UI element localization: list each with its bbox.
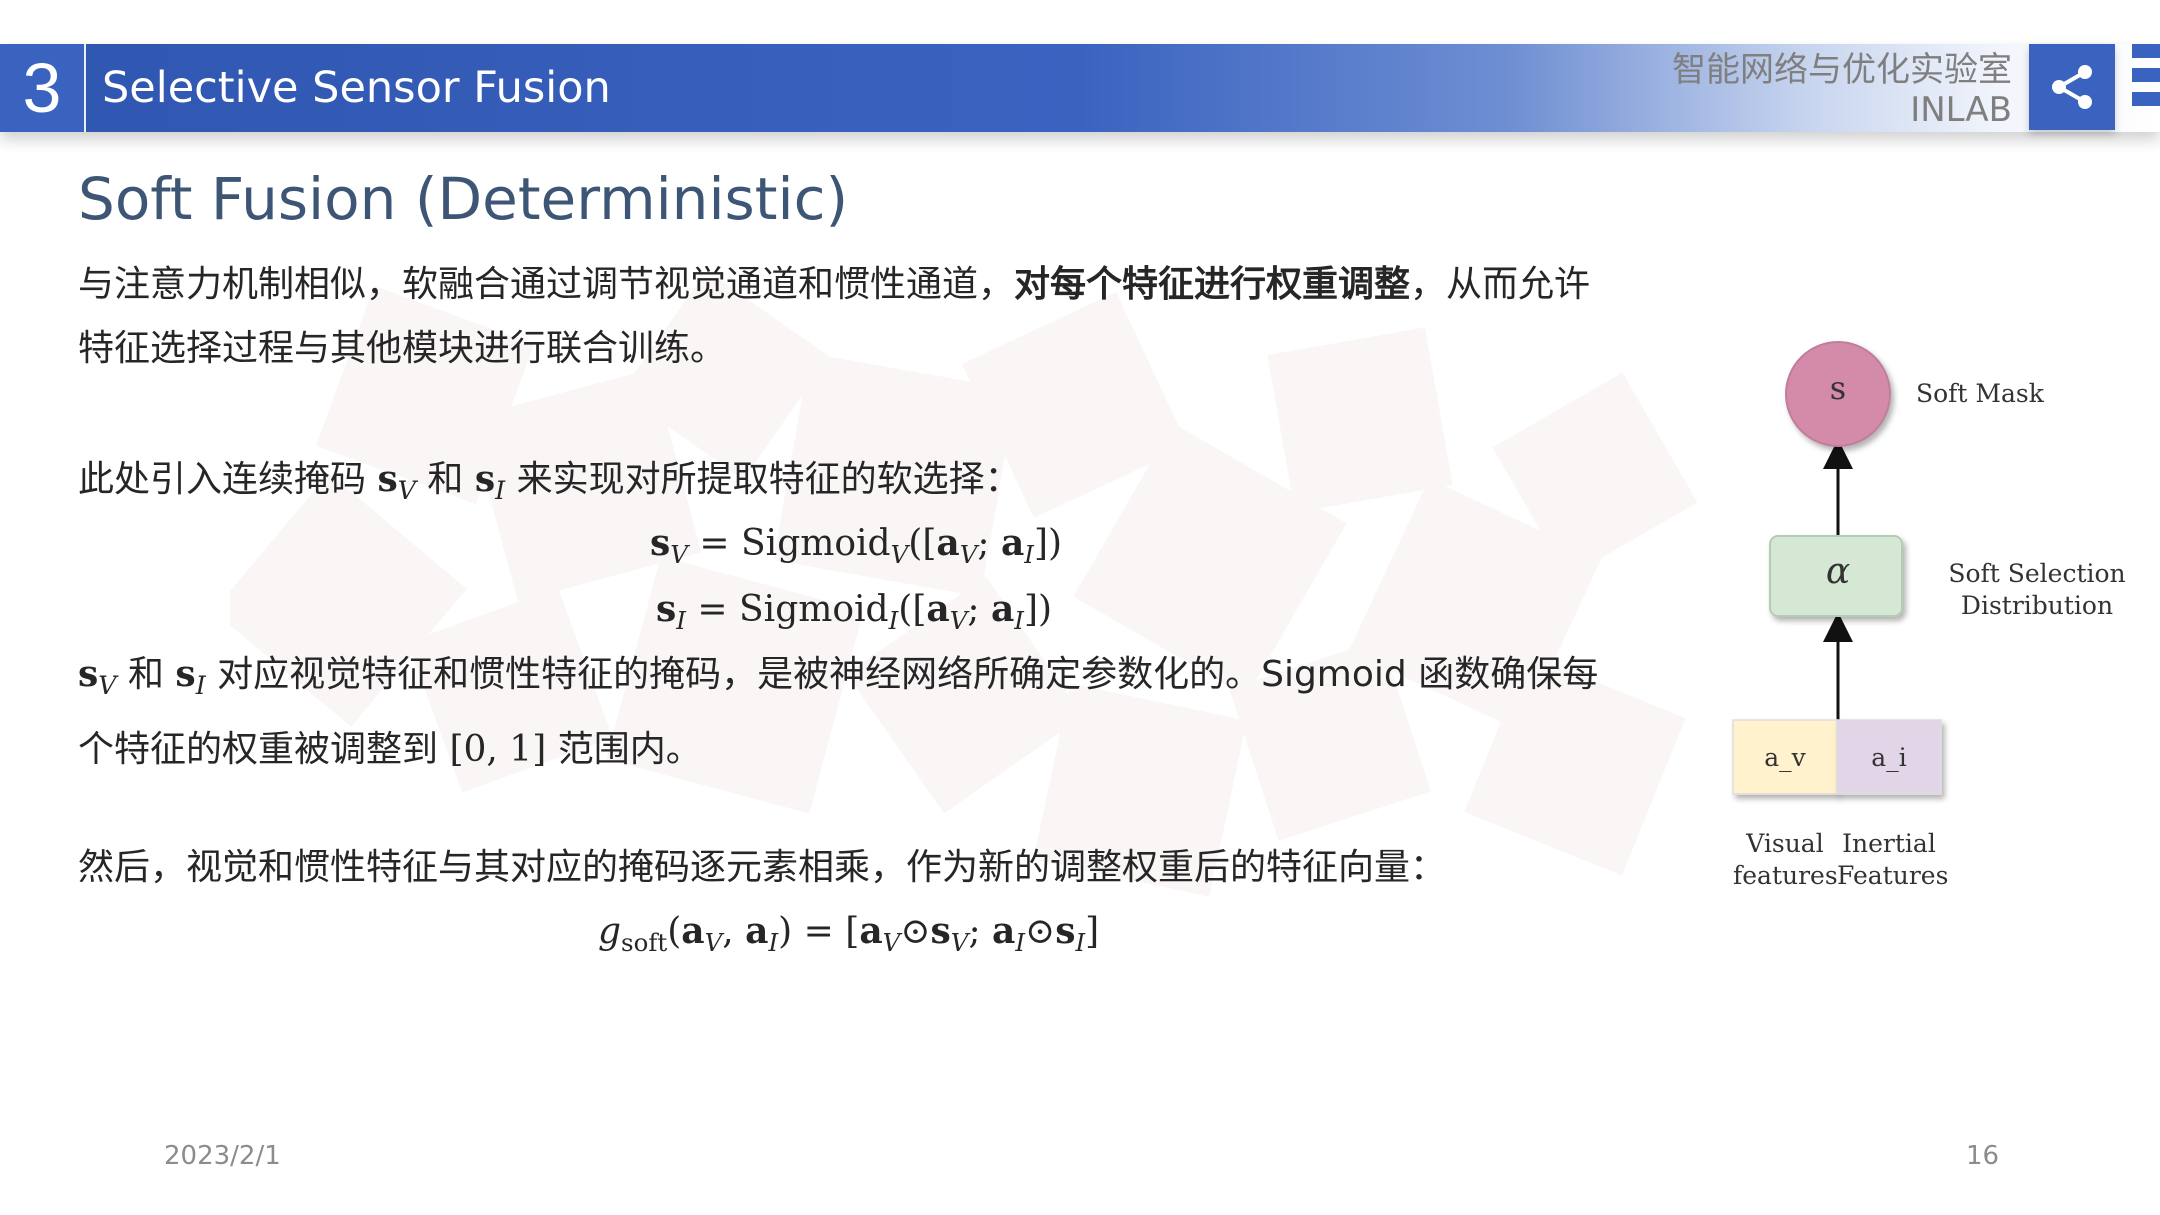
lab-name: 智能网络与优化实验室 INLAB <box>1672 50 2012 130</box>
emphasis-text: 对每个特征进行权重调整 <box>1014 264 1411 305</box>
soft-selection-label: Soft Selection Distribution <box>1948 559 2126 620</box>
menu-icon <box>2132 44 2160 58</box>
soft-fusion-diagram: s Soft Mask α Soft Selection Distributio… <box>1700 330 2160 910</box>
equation-sv: sV = SigmoidV([aV; aI]) <box>650 522 1063 570</box>
paragraph-masks: 此处引入连续掩码 sV 和 sI 来实现对所提取特征的软选择： <box>78 458 1021 506</box>
page-number: 16 <box>1966 1141 2000 1171</box>
inertial-features-label: Inertial Features <box>1837 829 1949 890</box>
equation-si: sI = SigmoidI([aV; aI]) <box>656 588 1053 636</box>
math-sv: sV <box>377 458 416 506</box>
av-label: a_v <box>1764 743 1806 772</box>
slide-subtitle: Soft Fusion (Deterministic) <box>78 165 849 233</box>
lab-name-cn: 智能网络与优化实验室 <box>1672 50 2012 90</box>
share-button[interactable] <box>2029 44 2115 130</box>
soft-mask-label: Soft Mask <box>1916 379 2044 408</box>
menu-button[interactable] <box>2132 44 2160 132</box>
math-si: sI <box>474 458 506 506</box>
equation-gsoft: gsoft(aV, aI) = [aV⊙sV; aI⊙sI] <box>598 910 1100 958</box>
share-icon <box>2052 65 2092 109</box>
interval: [0, 1] <box>449 729 547 771</box>
mask-node-label: s <box>1829 369 1847 407</box>
section-title: Selective Sensor Fusion <box>102 63 611 113</box>
footer-date: 2023/2/1 <box>164 1141 281 1171</box>
lab-name-en: INLAB <box>1910 90 2012 130</box>
ai-label: a_i <box>1871 743 1907 772</box>
paragraph-product: 然后，视觉和惯性特征与其对应的掩码逐元素相乘，作为新的调整权重后的特征向量： <box>78 847 1447 888</box>
section-number: 3 <box>0 44 86 132</box>
paragraph-intro: 与注意力机制相似，软融合通过调节视觉通道和惯性通道，对每个特征进行权重调整，从而… <box>78 264 1591 369</box>
paragraph-sigmoid: sV 和 sI 对应视觉特征和惯性特征的掩码，是被神经网络所确定参数化的。Sig… <box>78 653 1599 771</box>
alpha-node-label: α <box>1825 551 1851 592</box>
visual-features-label: Visual features <box>1733 829 1838 890</box>
